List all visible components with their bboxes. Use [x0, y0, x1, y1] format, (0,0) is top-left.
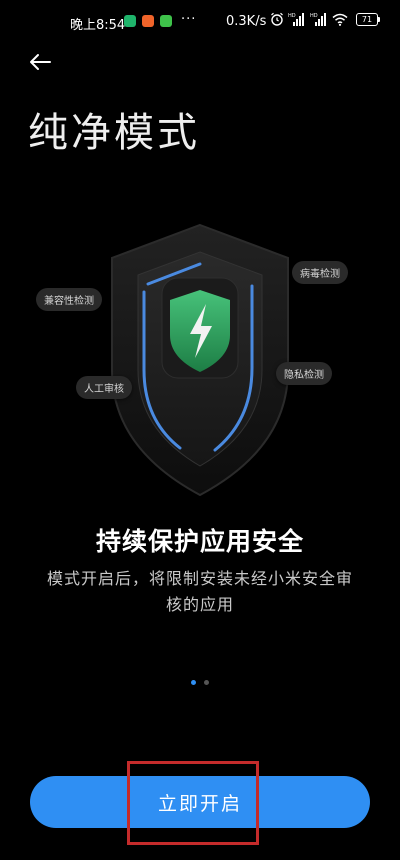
app-notification-icon-download: [160, 15, 172, 27]
enable-now-button[interactable]: 立即开启: [30, 776, 370, 828]
more-notifications-icon: ···: [181, 12, 197, 27]
tag-virus-check: 病毒检测: [292, 261, 348, 284]
tag-compatibility-check: 兼容性检测: [36, 288, 102, 311]
page-dot-inactive: [204, 680, 209, 685]
feature-headline: 持续保护应用安全: [95, 527, 304, 556]
svg-text:HD: HD: [288, 13, 296, 19]
tag-privacy-check: 隐私检测: [276, 362, 332, 385]
wifi-icon: [332, 13, 348, 26]
battery-icon: 71: [356, 12, 380, 26]
app-notification-icon-green: [124, 15, 136, 27]
page-indicator: [0, 680, 400, 685]
protection-illustration: 兼容性检测 病毒检测 人工审核 隐私检测: [0, 220, 400, 510]
status-bar: 晚上8:54 ··· 0.3K/s HD HD 71: [0, 0, 400, 44]
tag-manual-review: 人工审核: [76, 376, 132, 399]
back-button[interactable]: [24, 48, 56, 76]
page-title: 纯净模式: [28, 110, 200, 156]
arrow-left-icon: [30, 54, 51, 70]
signal-hd-icon: HD: [288, 13, 304, 26]
alarm-icon: [271, 12, 283, 26]
page-dot-active: [191, 680, 196, 685]
network-speed: 0.3K/s: [226, 14, 267, 29]
status-time: 晚上8:54: [70, 18, 126, 33]
app-notification-icon-orange: [142, 15, 154, 27]
signal-hd-icon: HD: [310, 13, 326, 26]
status-icons: HD HD 71: [270, 12, 380, 26]
feature-description: 模式开启后，将限制安装未经小米安全审核的应用: [46, 569, 353, 614]
svg-text:HD: HD: [310, 13, 318, 19]
